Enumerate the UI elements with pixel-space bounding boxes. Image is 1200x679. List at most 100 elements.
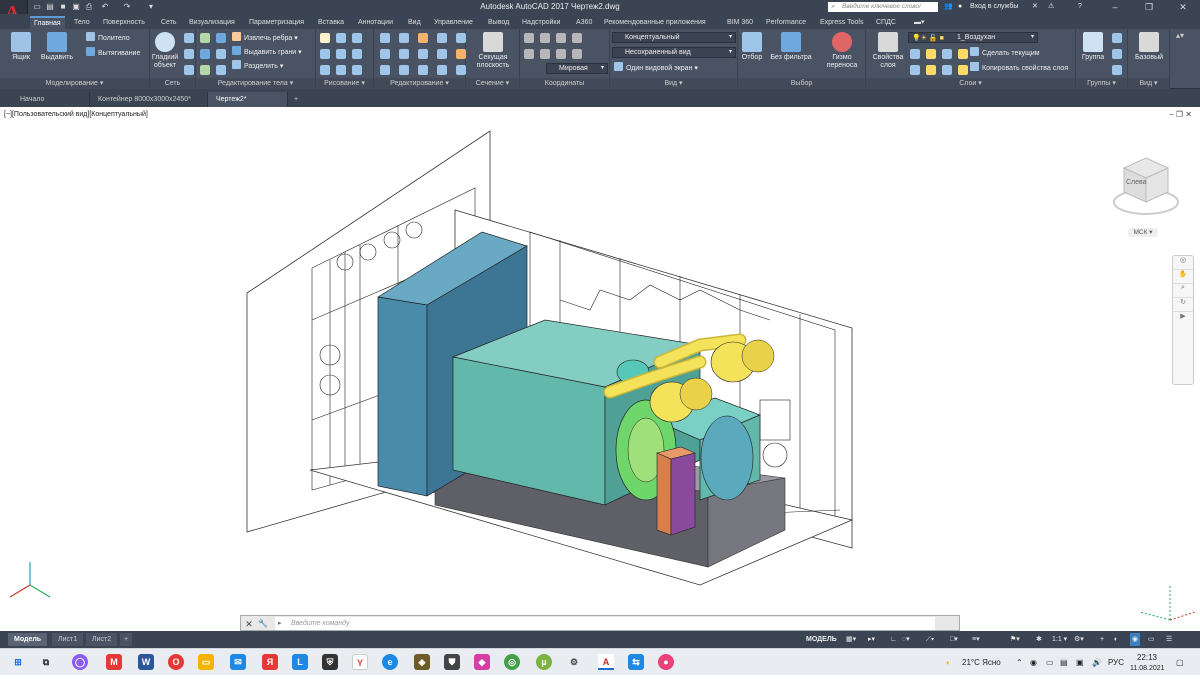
offset-icon[interactable] [399, 65, 409, 75]
tanks-icon[interactable]: ⛊ [444, 654, 460, 670]
ortho-icon[interactable]: ∟ [890, 633, 897, 646]
polyline-icon[interactable] [320, 33, 330, 43]
ucs-icon[interactable] [540, 33, 550, 43]
save-as-icon[interactable]: ▣ [71, 2, 81, 11]
polar-icon[interactable]: ◌▾ [902, 633, 910, 646]
move-icon[interactable] [380, 33, 390, 43]
arc-icon[interactable] [352, 33, 362, 43]
word-icon[interactable]: W [138, 654, 154, 670]
ribbon-minimize-icon[interactable]: ▴▾ [1176, 31, 1196, 45]
command-input[interactable]: ▸ Введите команду [275, 617, 935, 630]
panel-title-solid-editing[interactable]: Редактирование тела ▾ [196, 78, 315, 89]
tab-home[interactable]: Главная [30, 16, 65, 29]
scale-icon[interactable] [418, 49, 428, 59]
intersect-icon[interactable] [200, 49, 210, 59]
smooth-object-button[interactable]: Гладкий объект [150, 32, 180, 70]
layer-tool-icon[interactable] [942, 49, 952, 59]
model-space-toggle[interactable]: МОДЕЛЬ [806, 633, 837, 646]
close-icon[interactable]: ✕ [243, 618, 255, 630]
no-filter-button[interactable]: Без фильтра [768, 32, 814, 62]
ucs-icon[interactable] [540, 49, 550, 59]
panel-title-modeling[interactable]: Моделирование ▾ [0, 78, 149, 89]
network-icon[interactable]: ▤ [1060, 649, 1068, 676]
erase-icon[interactable] [456, 49, 466, 59]
interfere-icon[interactable] [216, 49, 226, 59]
grid-icon[interactable]: ▦▾ [846, 633, 856, 646]
tab-bim360[interactable]: BIM 360 [723, 16, 757, 29]
tab-a360[interactable]: A360 [572, 16, 596, 29]
ucs-icon[interactable] [524, 49, 534, 59]
tab-mesh[interactable]: Сеть [157, 16, 181, 29]
game-icon[interactable]: ◈ [414, 654, 430, 670]
3d-model-scene[interactable] [0, 107, 1200, 631]
sign-in-button[interactable]: Вход в службы [970, 0, 1018, 14]
join-icon[interactable] [437, 65, 447, 75]
ucs-menu[interactable]: МСК ▾ [1128, 228, 1158, 237]
osnap-icon[interactable]: □▾ [950, 633, 958, 646]
teamviewer-icon[interactable]: ⇆ [628, 654, 644, 670]
panel-title-section[interactable]: Сечение ▾ [466, 78, 519, 89]
tab-express-tools[interactable]: Express Tools [816, 16, 867, 29]
layer-tool-icon[interactable] [958, 65, 968, 75]
minimize-button[interactable]: – [1098, 0, 1132, 14]
tab-featured-apps[interactable]: Рекомендованные приложения [600, 16, 710, 29]
copy-icon[interactable] [437, 33, 447, 43]
workspace-icon[interactable]: ⚙▾ [1074, 633, 1084, 646]
file-tab-start[interactable]: Начало [12, 92, 90, 107]
ucs-icon[interactable] [524, 33, 534, 43]
tray-overflow-icon[interactable]: ⌃ [1016, 649, 1023, 676]
tab-insert[interactable]: Вставка [314, 16, 348, 29]
group-tool-icon[interactable] [1112, 49, 1122, 59]
exchange-icon[interactable]: ✕ [1032, 0, 1038, 14]
subtract-icon[interactable] [216, 33, 226, 43]
layer-tool-icon[interactable] [910, 65, 920, 75]
navigation-bar[interactable]: ◎ ✋ ⌕ ↻ ▶ [1172, 255, 1194, 385]
task-view-icon[interactable]: ⧉ [38, 654, 54, 670]
opera-icon[interactable]: O [168, 654, 184, 670]
steering-wheel-icon[interactable]: ◎ [1173, 256, 1193, 270]
tab-spds[interactable]: СПДС [872, 16, 900, 29]
mesh-tool-icon[interactable] [184, 33, 194, 43]
group-tool-icon[interactable] [1112, 65, 1122, 75]
settings-icon[interactable]: ⚙ [566, 654, 582, 670]
isolate-objects-icon[interactable]: ◉ [1130, 633, 1141, 646]
panel-title-draw[interactable]: Рисование ▾ [316, 78, 373, 89]
panel-title-modify[interactable]: Редактирование ▾ [374, 78, 465, 89]
undo-icon[interactable]: ↶ [100, 2, 110, 11]
annotation-icon[interactable]: ⚑▾ [1010, 633, 1020, 646]
tab-view[interactable]: Вид [404, 16, 425, 29]
isolate-icon[interactable]: + [1100, 633, 1104, 646]
rectangle-icon[interactable] [336, 65, 346, 75]
plot-icon[interactable]: ⎙ [84, 2, 94, 11]
chrome-icon[interactable]: ◎ [504, 654, 520, 670]
save-icon[interactable]: ■ [58, 2, 68, 11]
panel-title-mesh[interactable]: Сеть [150, 78, 195, 89]
ucs-icon[interactable] [556, 33, 566, 43]
extrude-faces-button[interactable]: Выдавить грани ▾ [232, 46, 302, 58]
ucs-icon[interactable] [572, 33, 582, 43]
help-icon[interactable]: ? [1078, 0, 1082, 14]
edge-icon[interactable]: e [382, 654, 398, 670]
group-button[interactable]: Группа [1078, 32, 1108, 62]
match-layer-button[interactable]: Копировать свойства слоя [970, 62, 1068, 74]
spline-icon[interactable] [320, 49, 330, 59]
file-tab-container[interactable]: Контейнер 8000x3000x2450* [90, 92, 208, 107]
yandex-icon[interactable]: Я [262, 654, 278, 670]
slice-icon[interactable] [200, 65, 210, 75]
tab-output[interactable]: Вывод [484, 16, 513, 29]
circle-icon[interactable] [336, 49, 346, 59]
redo-icon[interactable]: ↷ [122, 2, 132, 11]
display-icon[interactable]: ▣ [1076, 649, 1084, 676]
new-layout-icon[interactable]: + [120, 633, 133, 646]
viewport-config-button[interactable]: Один видовой экран ▾ [614, 62, 698, 74]
people-icon[interactable]: 👥 [944, 0, 953, 14]
clean-screen-icon[interactable]: ▭ [1148, 633, 1155, 646]
snap-icon[interactable]: ▸▾ [868, 633, 875, 646]
tab-solid[interactable]: Тело [70, 16, 94, 29]
lineweight-icon[interactable]: ≡▾ [972, 633, 980, 646]
panel-title-view-base[interactable]: Вид ▾ [1128, 78, 1169, 89]
osnap-tracking-icon[interactable]: ⟋▾ [926, 633, 934, 646]
mesh-tool-icon[interactable] [184, 49, 194, 59]
search-input[interactable]: ⌕Введите ключевое слово/фразу [828, 2, 938, 20]
polygon-icon[interactable] [320, 65, 330, 75]
